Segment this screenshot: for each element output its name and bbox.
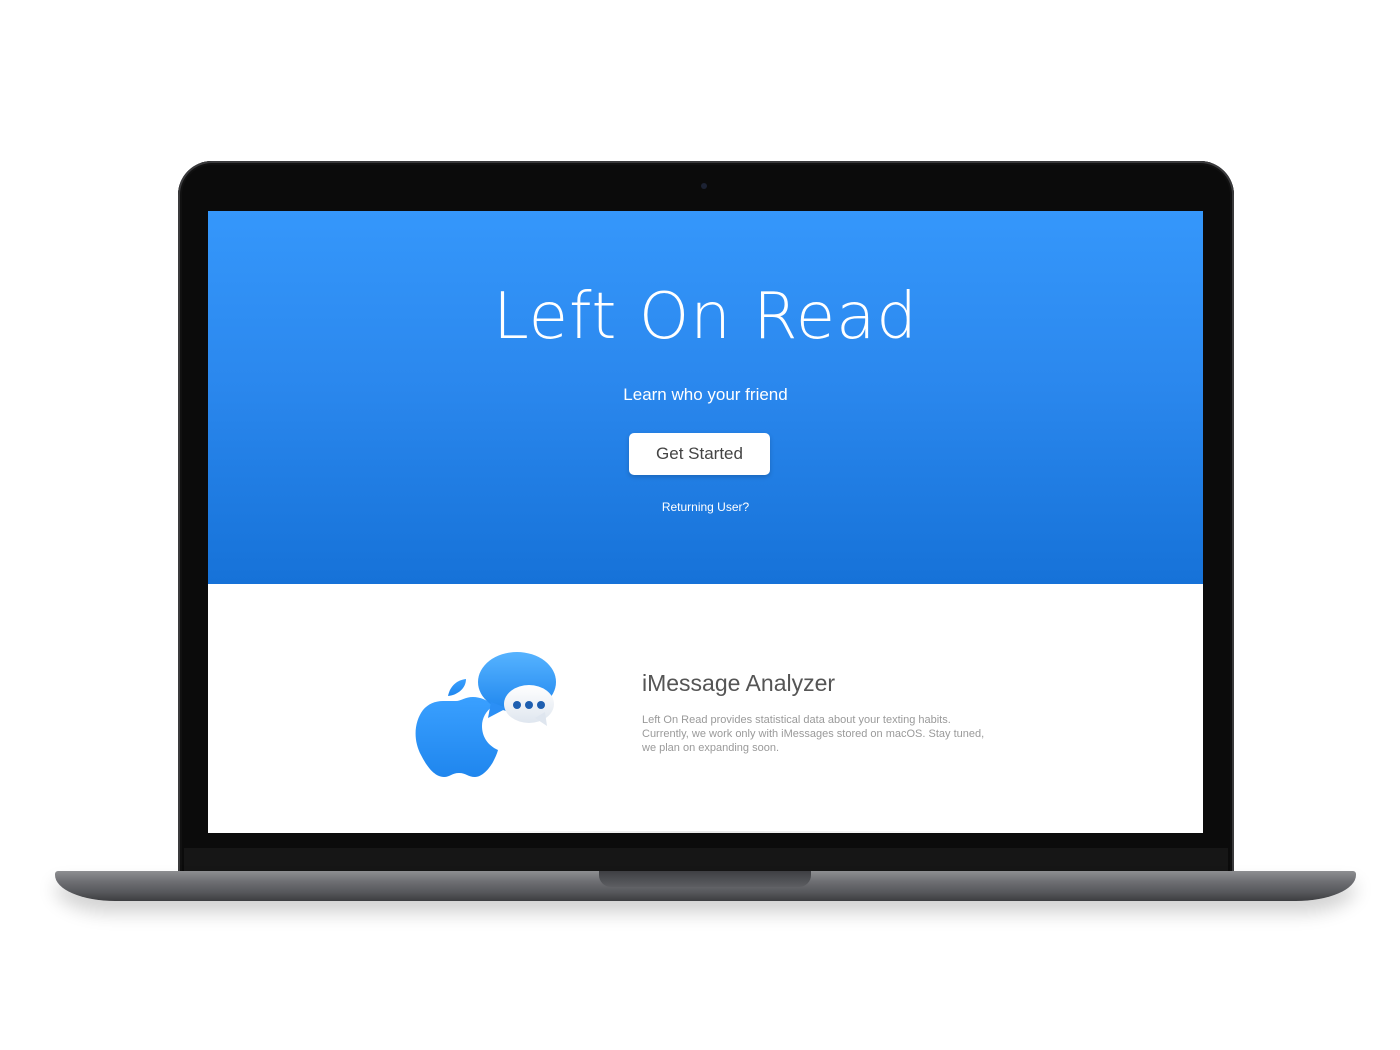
get-started-button[interactable]: Get Started	[629, 433, 770, 475]
bezel-bottom	[184, 848, 1228, 872]
feature-description: Left On Read provides statistical data a…	[642, 714, 985, 754]
imessage-graphic	[415, 652, 556, 777]
hero-title: Left On Read	[493, 280, 918, 354]
hero-section: Left On Read Learn who your friend Get S…	[208, 211, 1203, 584]
laptop-opening-notch	[599, 871, 811, 887]
feature-section: iMessage Analyzer Left On Read provides …	[208, 584, 1203, 833]
laptop-screen: Left On Read Learn who your friend Get S…	[208, 211, 1203, 833]
chat-bubbles-icon	[478, 652, 556, 726]
feature-title: iMessage Analyzer	[642, 670, 836, 696]
feature-graphic	[411, 652, 559, 786]
screen-bottom-edge	[408, 831, 1003, 833]
camera-dot	[701, 183, 707, 189]
laptop-mockup: Left On Read Learn who your friend Get S…	[0, 0, 1400, 1050]
returning-user-link[interactable]: Returning User?	[208, 500, 1203, 514]
hero-subtitle: Learn who your friend	[623, 385, 788, 404]
